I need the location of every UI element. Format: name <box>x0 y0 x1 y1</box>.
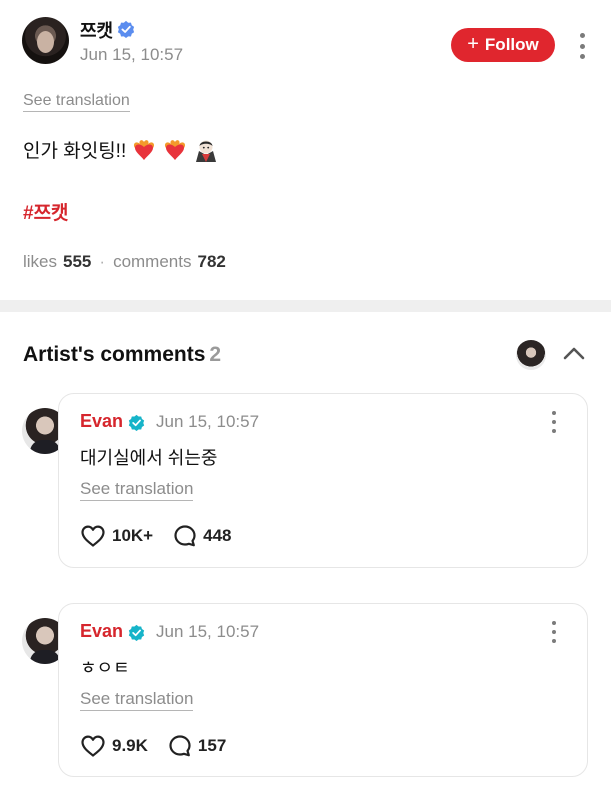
follow-label: Follow <box>484 35 539 54</box>
heart-icon[interactable] <box>80 734 106 758</box>
section-divider <box>0 300 611 312</box>
comment-actions: 10K+ 448 <box>80 524 252 548</box>
artist-comment: Evan Jun 15, 10:57 대기실에서 쉬는중 See transla… <box>58 393 588 568</box>
comment-actions: 9.9K 157 <box>80 734 246 758</box>
chevron-up-icon[interactable] <box>561 343 587 365</box>
artist-comment: Evan Jun 15, 10:57 ㅎㅇㅌ See translation 9… <box>58 603 588 777</box>
reply-count: 157 <box>197 736 227 755</box>
see-translation-link[interactable]: See translation <box>23 92 130 112</box>
stats-separator: · <box>99 252 106 271</box>
hashtag-link[interactable]: #쯔캣 <box>23 198 69 225</box>
heart-on-fire-icon <box>134 139 155 160</box>
comment-time: Jun 15, 10:57 <box>156 622 260 641</box>
like-count: 9.9K <box>112 736 148 755</box>
comment-more-icon[interactable] <box>549 411 559 433</box>
reply-bubble-icon[interactable] <box>173 524 197 548</box>
see-translation-link[interactable]: See translation <box>80 479 194 501</box>
comment-text: 대기실에서 쉬는중 <box>80 448 218 468</box>
plus-icon: + <box>467 33 479 55</box>
more-options-icon[interactable] <box>572 29 592 63</box>
reply-bubble-icon[interactable] <box>168 734 192 758</box>
post-body: 인가 화잇팅!! <box>23 136 219 163</box>
post-stats: likes 555 · comments 782 <box>23 252 226 272</box>
likes-count[interactable]: 555 <box>63 252 91 272</box>
heart-icon[interactable] <box>80 524 106 548</box>
heart-on-fire-icon <box>165 139 186 160</box>
comment-time: Jun 15, 10:57 <box>156 412 260 431</box>
comments-label: comments <box>113 252 192 271</box>
post-text: 인가 화잇팅!! <box>23 141 127 162</box>
author-name[interactable]: 쯔캣 <box>80 17 113 43</box>
vampire-icon <box>196 140 217 162</box>
artist-comments-count: 2 <box>209 343 222 366</box>
likes-label: likes <box>23 252 58 271</box>
like-count: 10K+ <box>112 526 154 545</box>
comment-more-icon[interactable] <box>549 621 559 643</box>
verified-badge-icon <box>128 624 145 641</box>
post: 쯔캣 Jun 15, 10:57 + Follow See translatio… <box>0 0 611 300</box>
comment-text: ㅎㅇㅌ <box>80 658 130 678</box>
artist-comments-label: Artist's comments <box>23 343 206 366</box>
verified-badge-icon <box>128 414 145 431</box>
author-avatar[interactable] <box>22 17 69 64</box>
reply-count: 448 <box>203 526 232 545</box>
comments-count[interactable]: 782 <box>197 252 225 272</box>
comment-author[interactable]: Evan <box>80 621 123 642</box>
post-time: Jun 15, 10:57 <box>80 45 184 64</box>
see-translation-link[interactable]: See translation <box>80 689 194 711</box>
follow-button[interactable]: + Follow <box>451 28 555 62</box>
artist-avatar-small[interactable] <box>516 340 546 370</box>
verified-badge-icon <box>117 20 135 38</box>
artist-comments-title: Artist's comments 2 <box>23 343 221 367</box>
comment-author[interactable]: Evan <box>80 411 123 432</box>
